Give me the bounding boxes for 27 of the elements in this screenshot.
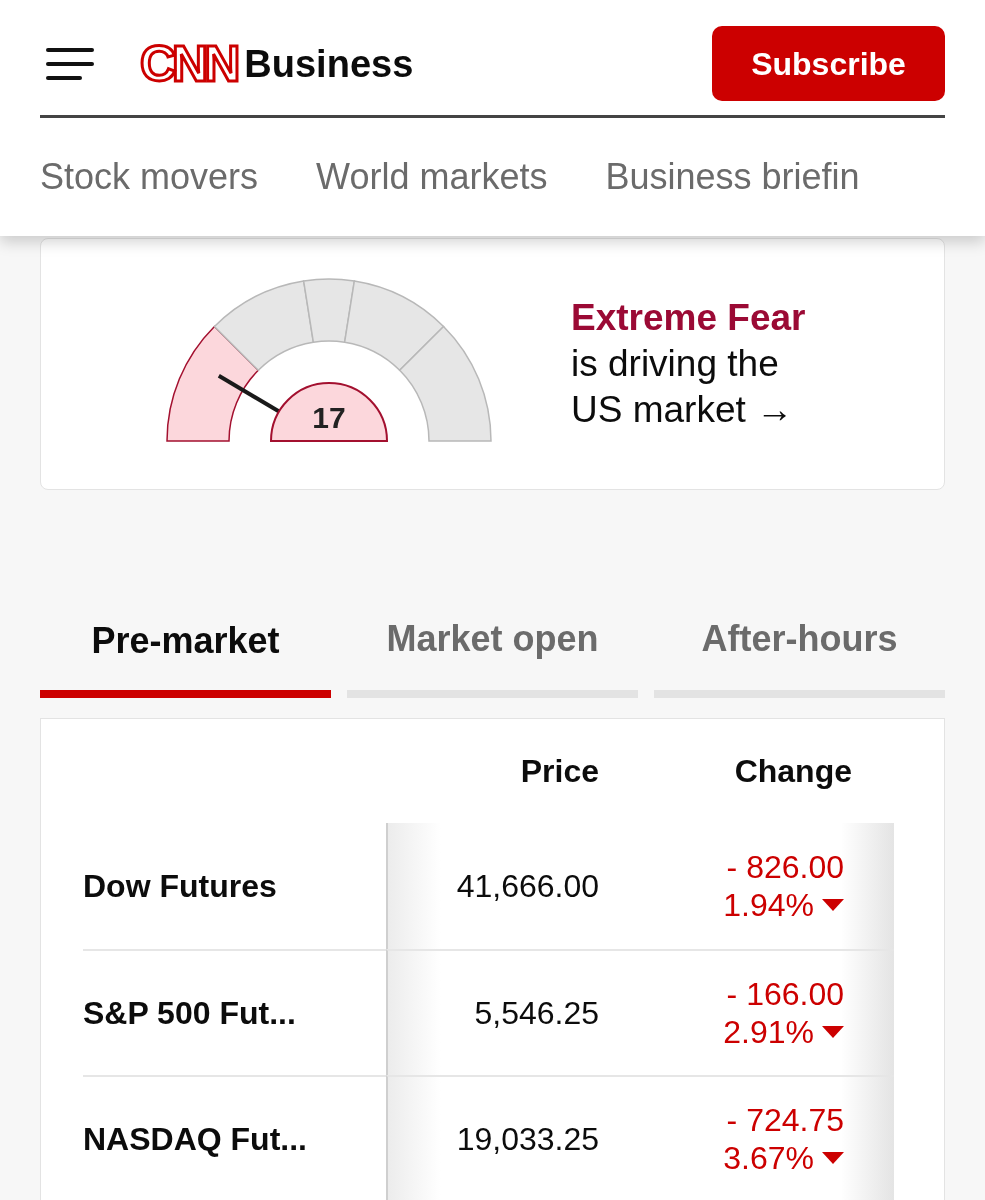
logo[interactable]: CNN [140,38,237,89]
market-tab[interactable]: After-hours [654,610,945,698]
quote-price: 41,666.00 [456,867,599,906]
quote-percent: 1.94% [723,886,814,924]
menu-icon[interactable] [46,45,94,82]
quote-change: - 166.00 [726,975,844,1013]
quote-name[interactable]: NASDAQ Fut... [83,1115,307,1163]
column-header: Change [733,752,852,791]
quote-percent: 2.91% [723,1013,814,1051]
quote-name[interactable]: S&P 500 Fut... [83,989,296,1037]
section-title: Business [244,44,414,83]
nav-link[interactable]: Business briefin [605,150,860,204]
quote-name[interactable]: Dow Futures [83,862,277,910]
fear-greed-score: 17 [311,400,347,436]
subscribe-button[interactable]: Subscribe [712,26,945,101]
column-header: Price [519,752,599,791]
quote-price: 19,033.25 [456,1120,599,1159]
quote-change: - 724.75 [726,1101,844,1139]
nav-link[interactable]: World markets [316,150,548,204]
quote-change: - 826.00 [726,848,844,886]
fear-greed-card[interactable]: 17 Extreme Fear is driving the US market → [40,238,945,490]
quote-percent: 3.67% [723,1139,814,1177]
market-tab[interactable]: Market open [347,610,638,698]
fear-greed-headline: Extreme Fear is driving the US market → [571,296,807,432]
nav-link[interactable]: Stock movers [40,150,259,204]
quote-price: 5,546.25 [474,994,599,1033]
market-tab[interactable]: Pre-market [40,610,331,698]
